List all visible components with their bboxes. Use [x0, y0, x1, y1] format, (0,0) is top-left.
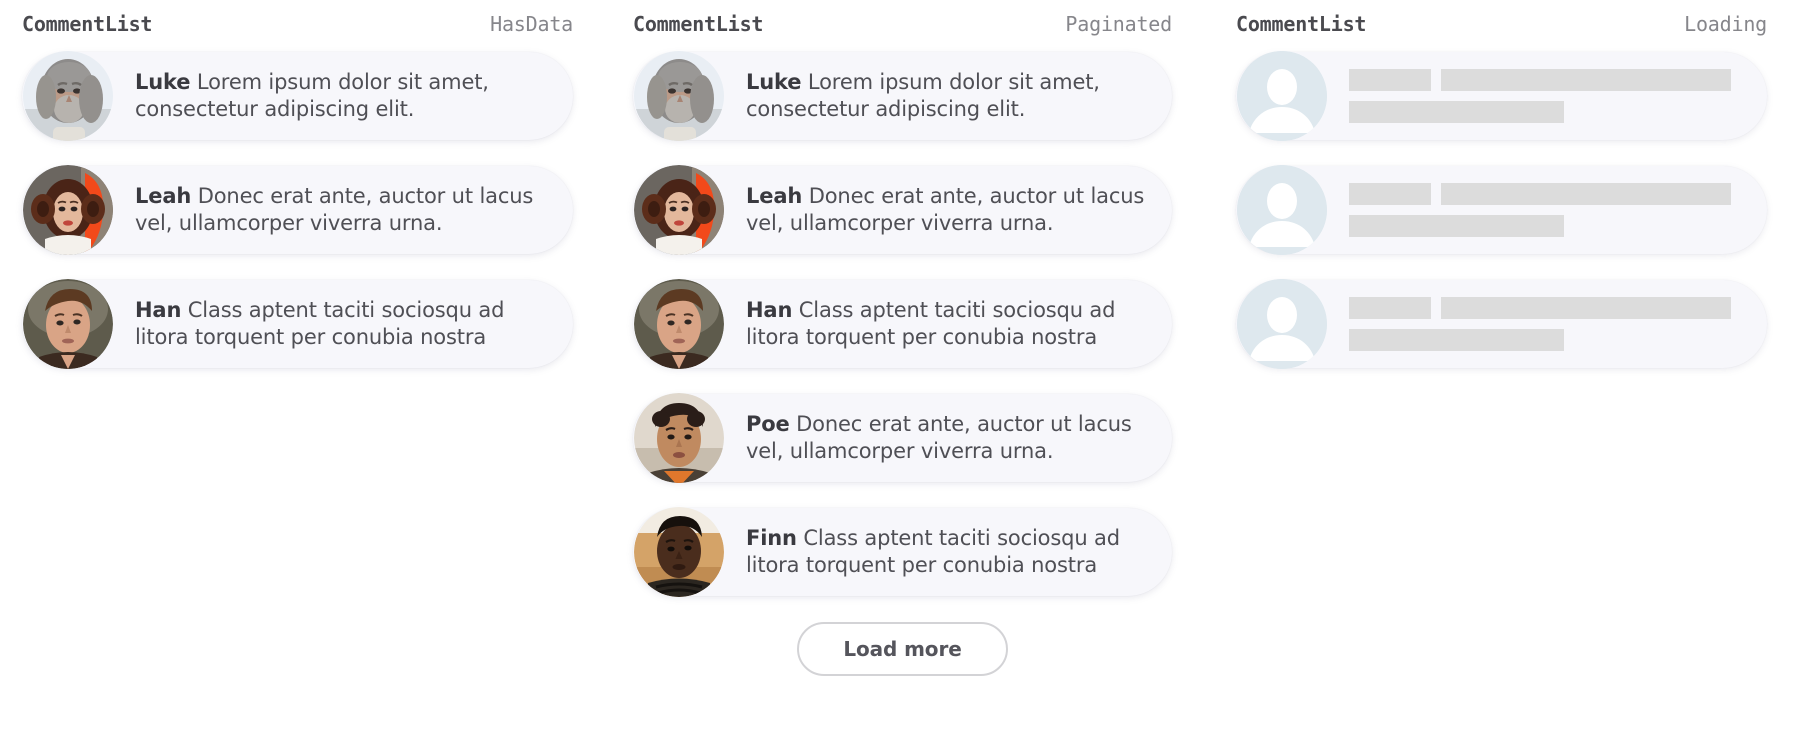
skeleton-bar — [1441, 297, 1731, 319]
column-header: CommentList HasData — [22, 0, 573, 52]
skeleton-bar — [1349, 183, 1431, 205]
skeleton-bar — [1349, 215, 1564, 237]
comment-author: Luke — [746, 70, 802, 94]
comment-card[interactable]: Luke Lorem ipsum dolor sit amet, consect… — [633, 51, 1172, 141]
skeleton-bar — [1441, 69, 1731, 91]
luke-avatar — [634, 51, 724, 141]
luke-avatar — [23, 51, 113, 141]
comment-body: Han Class aptent taciti sociosqu ad lito… — [746, 297, 1146, 351]
leah-avatar — [23, 165, 113, 255]
skeleton-list — [1236, 51, 1767, 369]
comment-body: Luke Lorem ipsum dolor sit amet, consect… — [135, 69, 547, 123]
skeleton-row — [1349, 69, 1731, 91]
skeleton-lines — [1349, 297, 1731, 351]
comment-list: Luke Lorem ipsum dolor sit amet, consect… — [22, 51, 573, 369]
comment-message: Donec erat ante, auctor ut lacus vel, ul… — [135, 184, 534, 235]
comment-message: Donec erat ante, auctor ut lacus vel, ul… — [746, 412, 1132, 463]
column-loading: CommentList Loading — [1198, 0, 1797, 742]
comment-message: Donec erat ante, auctor ut lacus vel, ul… — [746, 184, 1145, 235]
comment-card[interactable]: Poe Donec erat ante, auctor ut lacus vel… — [633, 393, 1172, 483]
comment-body: Leah Donec erat ante, auctor ut lacus ve… — [746, 183, 1146, 237]
skeleton-row — [1349, 215, 1731, 237]
comment-body: Han Class aptent taciti sociosqu ad lito… — [135, 297, 547, 351]
pagination-controls: Load more — [633, 622, 1172, 676]
comment-author: Luke — [135, 70, 191, 94]
han-avatar — [23, 279, 113, 369]
comment-author: Han — [746, 298, 793, 322]
column-header: CommentList Loading — [1236, 0, 1767, 52]
component-name: CommentList — [1236, 12, 1367, 36]
finn-avatar — [634, 507, 724, 597]
comment-body: Finn Class aptent taciti sociosqu ad lit… — [746, 525, 1146, 579]
state-label: HasData — [490, 12, 573, 36]
poe-avatar — [634, 393, 724, 483]
comment-body: Luke Lorem ipsum dolor sit amet, consect… — [746, 69, 1146, 123]
skeleton-row — [1349, 329, 1731, 351]
comment-card[interactable]: Han Class aptent taciti sociosqu ad lito… — [633, 279, 1172, 369]
comment-body: Leah Donec erat ante, auctor ut lacus ve… — [135, 183, 547, 237]
component-name: CommentList — [633, 12, 764, 36]
comment-list: Luke Lorem ipsum dolor sit amet, consect… — [633, 51, 1172, 676]
skeleton-lines — [1349, 69, 1731, 123]
leah-avatar — [634, 165, 724, 255]
comment-message: Class aptent taciti sociosqu ad litora t… — [746, 298, 1116, 349]
skeleton-row — [1349, 101, 1731, 123]
skeleton-bar — [1349, 101, 1564, 123]
state-label: Loading — [1684, 12, 1767, 36]
skeleton-bar — [1349, 297, 1431, 319]
skeleton-bar — [1349, 329, 1564, 351]
comment-author: Poe — [746, 412, 790, 436]
person-placeholder-icon — [1237, 165, 1327, 255]
skeleton-card — [1236, 51, 1767, 141]
column-has-data: CommentList HasData Luke Lorem ipsum dol… — [0, 0, 599, 742]
skeleton-bar — [1349, 69, 1431, 91]
comment-card[interactable]: Luke Lorem ipsum dolor sit amet, consect… — [22, 51, 573, 141]
skeleton-lines — [1349, 183, 1731, 237]
comment-card[interactable]: Leah Donec erat ante, auctor ut lacus ve… — [633, 165, 1172, 255]
load-more-button[interactable]: Load more — [797, 622, 1008, 676]
comment-card[interactable]: Finn Class aptent taciti sociosqu ad lit… — [633, 507, 1172, 597]
comment-author: Leah — [135, 184, 192, 208]
comment-author: Han — [135, 298, 182, 322]
component-name: CommentList — [22, 12, 153, 36]
skeleton-card — [1236, 279, 1767, 369]
comment-body: Poe Donec erat ante, auctor ut lacus vel… — [746, 411, 1146, 465]
comment-message: Class aptent taciti sociosqu ad litora t… — [135, 298, 505, 349]
component-showcase: CommentList HasData Luke Lorem ipsum dol… — [0, 0, 1798, 742]
person-placeholder-icon — [1237, 51, 1327, 141]
skeleton-row — [1349, 183, 1731, 205]
comment-card[interactable]: Han Class aptent taciti sociosqu ad lito… — [22, 279, 573, 369]
person-placeholder-icon — [1237, 279, 1327, 369]
han-avatar — [634, 279, 724, 369]
column-paginated: CommentList Paginated Luke Lorem ipsum d… — [599, 0, 1198, 742]
comment-message: Class aptent taciti sociosqu ad litora t… — [746, 526, 1120, 577]
column-header: CommentList Paginated — [633, 0, 1172, 52]
skeleton-card — [1236, 165, 1767, 255]
skeleton-row — [1349, 297, 1731, 319]
state-label: Paginated — [1065, 12, 1172, 36]
comment-author: Leah — [746, 184, 803, 208]
comment-author: Finn — [746, 526, 797, 550]
comment-card[interactable]: Leah Donec erat ante, auctor ut lacus ve… — [22, 165, 573, 255]
skeleton-bar — [1441, 183, 1731, 205]
